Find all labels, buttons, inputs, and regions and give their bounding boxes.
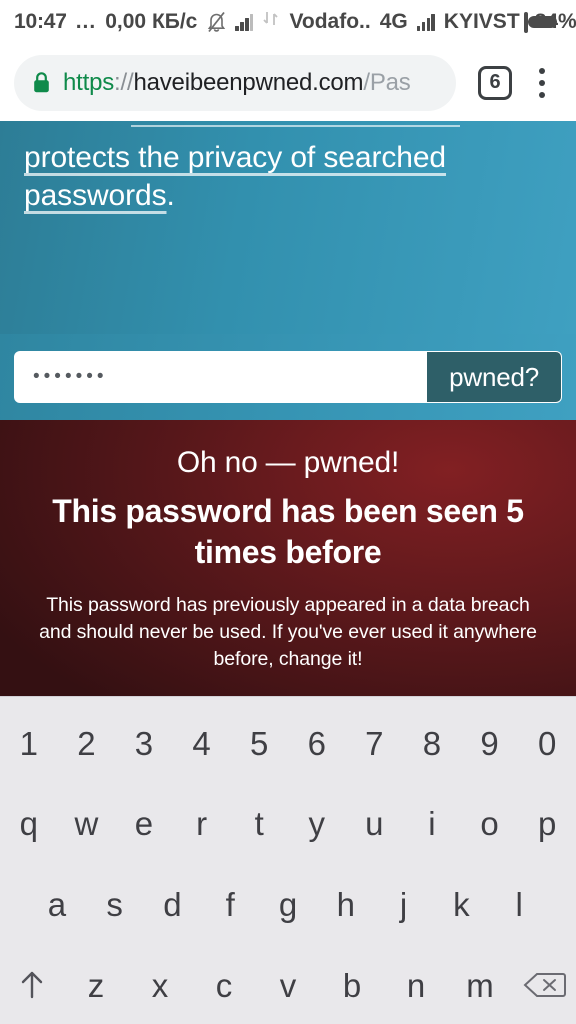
url-separator: :// — [114, 68, 134, 96]
status-bar: 10:47 ... 0,00 КБ/с Vodafo.. 4G KYIVST 8… — [0, 0, 576, 44]
key-o[interactable]: o — [461, 784, 519, 865]
link-underline-overflow — [131, 125, 460, 127]
key-v[interactable]: v — [256, 945, 320, 1024]
kebab-menu-icon[interactable] — [522, 61, 562, 105]
status-carrier-1: Vodafo.. — [289, 10, 371, 33]
key-g[interactable]: g — [259, 864, 317, 945]
key-0[interactable]: 0 — [518, 703, 576, 784]
key-j[interactable]: j — [375, 864, 433, 945]
password-masked-value: ••••••• — [33, 365, 108, 387]
key-z[interactable]: z — [64, 945, 128, 1024]
status-data-rate: 0,00 КБ/с — [105, 10, 198, 33]
key-2[interactable]: 2 — [58, 703, 116, 784]
phone-screen: 10:47 ... 0,00 КБ/с Vodafo.. 4G KYIVST 8… — [0, 0, 576, 1024]
password-input[interactable]: ••••••• — [15, 352, 428, 402]
backspace-icon[interactable] — [512, 945, 576, 1024]
result-banner: Oh no — pwned! This password has been se… — [0, 420, 576, 696]
key-6[interactable]: 6 — [288, 703, 346, 784]
key-f[interactable]: f — [201, 864, 259, 945]
search-group: ••••••• pwned? — [14, 351, 562, 403]
key-s[interactable]: s — [86, 864, 144, 945]
key-8[interactable]: 8 — [403, 703, 461, 784]
key-5[interactable]: 5 — [230, 703, 288, 784]
status-carrier-2: KYIVST — [443, 10, 520, 33]
result-description: This password has previously appeared in… — [39, 594, 537, 670]
signal-bars-icon-2 — [416, 13, 435, 31]
address-bar[interactable]: https://haveibeenpwned.com/Pas — [14, 54, 456, 111]
browser-toolbar: https://haveibeenpwned.com/Pas 6 — [0, 44, 576, 121]
key-1[interactable]: 1 — [0, 703, 58, 784]
key-t[interactable]: t — [230, 784, 288, 865]
key-r[interactable]: r — [173, 784, 231, 865]
key-i[interactable]: i — [403, 784, 461, 865]
status-overflow-dots: ... — [75, 10, 97, 33]
shift-arrow-up-icon[interactable] — [0, 945, 64, 1024]
lock-icon — [32, 71, 51, 94]
url-text: https://haveibeenpwned.com/Pas — [63, 69, 411, 97]
privacy-link[interactable]: protects the privacy of searched passwor… — [24, 141, 446, 212]
password-search-section: ••••••• pwned? — [0, 334, 576, 420]
key-u[interactable]: u — [346, 784, 404, 865]
bell-off-icon — [207, 11, 226, 33]
tab-counter-button[interactable]: 6 — [478, 65, 512, 100]
status-network-type: 4G — [379, 10, 408, 33]
intro-period: . — [166, 179, 175, 212]
data-transfer-icon — [262, 10, 280, 34]
key-h[interactable]: h — [317, 864, 375, 945]
key-m[interactable]: m — [448, 945, 512, 1024]
key-q[interactable]: q — [0, 784, 58, 865]
key-p[interactable]: p — [518, 784, 576, 865]
key-c[interactable]: c — [192, 945, 256, 1024]
status-time: 10:47 — [14, 10, 67, 33]
key-n[interactable]: n — [384, 945, 448, 1024]
battery-icon — [523, 11, 558, 33]
url-path: /Pas — [363, 68, 411, 96]
keyboard-row-top: q w e r t y u i o p — [0, 784, 576, 865]
key-x[interactable]: x — [128, 945, 192, 1024]
key-l[interactable]: l — [490, 864, 548, 945]
key-9[interactable]: 9 — [461, 703, 519, 784]
signal-bars-icon — [235, 13, 254, 31]
page-intro-text: protects the privacy of searched passwor… — [24, 121, 552, 215]
url-host: haveibeenpwned.com — [133, 68, 364, 96]
result-subtitle: Oh no — pwned! — [176, 446, 400, 479]
on-screen-keyboard[interactable]: 1 2 3 4 5 6 7 8 9 0 q w e r t y u i o p … — [0, 696, 576, 1024]
key-b[interactable]: b — [320, 945, 384, 1024]
key-y[interactable]: y — [288, 784, 346, 865]
keyboard-row-bottom-letters: z x c v b n m — [0, 945, 576, 1024]
page-intro-section: protects the privacy of searched passwor… — [0, 121, 576, 334]
key-e[interactable]: e — [115, 784, 173, 865]
url-scheme: https — [63, 68, 115, 96]
pwned-submit-button[interactable]: pwned? — [427, 352, 561, 402]
result-headline: This password has been seen 5 times befo… — [52, 493, 524, 570]
keyboard-row-home: a s d f g h j k l — [0, 864, 576, 945]
key-4[interactable]: 4 — [173, 703, 231, 784]
key-k[interactable]: k — [432, 864, 490, 945]
key-w[interactable]: w — [58, 784, 116, 865]
key-3[interactable]: 3 — [115, 703, 173, 784]
keyboard-row-numbers: 1 2 3 4 5 6 7 8 9 0 — [0, 703, 576, 784]
key-d[interactable]: d — [144, 864, 202, 945]
key-7[interactable]: 7 — [346, 703, 404, 784]
key-a[interactable]: a — [28, 864, 86, 945]
